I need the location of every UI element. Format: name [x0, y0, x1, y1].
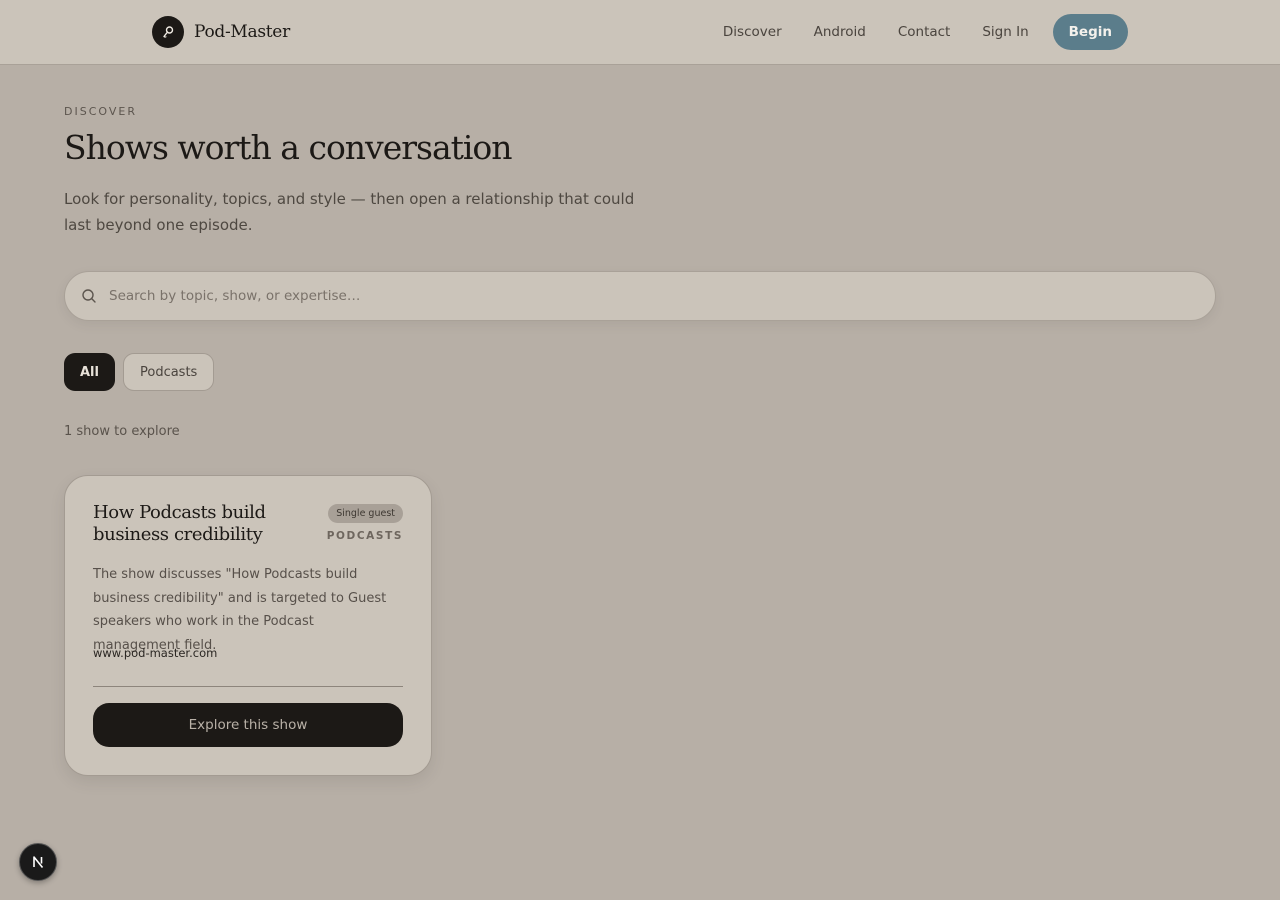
- show-category: PODCASTS: [326, 530, 403, 542]
- filter-all[interactable]: All: [64, 353, 115, 391]
- search-bar: [64, 271, 1216, 321]
- filter-podcasts[interactable]: Podcasts: [122, 353, 215, 391]
- show-url[interactable]: www.pod-master.com: [93, 646, 217, 660]
- search-icon: [81, 288, 97, 304]
- guest-type-badge: Single guest: [328, 504, 403, 523]
- card-divider: [93, 686, 403, 687]
- brand-link[interactable]: Pod-Master: [152, 16, 290, 48]
- microphone-icon: [152, 16, 184, 48]
- site-header: Pod-Master Discover Android Contact Sign…: [0, 0, 1280, 65]
- nav-contact[interactable]: Contact: [898, 24, 951, 40]
- show-card: How Podcasts build business credibility …: [64, 475, 432, 776]
- next-logo-icon[interactable]: [19, 843, 57, 881]
- page-title: Shows worth a conversation: [64, 128, 513, 167]
- explore-show-button[interactable]: Explore this show: [93, 703, 403, 747]
- page-subtitle: Look for personality, topics, and style …: [64, 190, 635, 234]
- search-input[interactable]: [109, 272, 1215, 320]
- show-description: The show discusses "How Podcasts build b…: [93, 567, 387, 653]
- results-count: 1 show to explore: [64, 424, 180, 439]
- filter-chips: All Podcasts: [64, 353, 215, 391]
- nav-android[interactable]: Android: [814, 24, 866, 40]
- show-title: How Podcasts build business credibility: [93, 502, 266, 545]
- nav-sign-in[interactable]: Sign In: [982, 24, 1028, 40]
- main-nav: Discover Android Contact Sign In Begin: [723, 14, 1128, 50]
- nav-discover[interactable]: Discover: [723, 24, 782, 40]
- brand-name: Pod-Master: [194, 22, 290, 42]
- begin-button[interactable]: Begin: [1052, 14, 1128, 50]
- page-eyebrow: DISCOVER: [64, 105, 137, 118]
